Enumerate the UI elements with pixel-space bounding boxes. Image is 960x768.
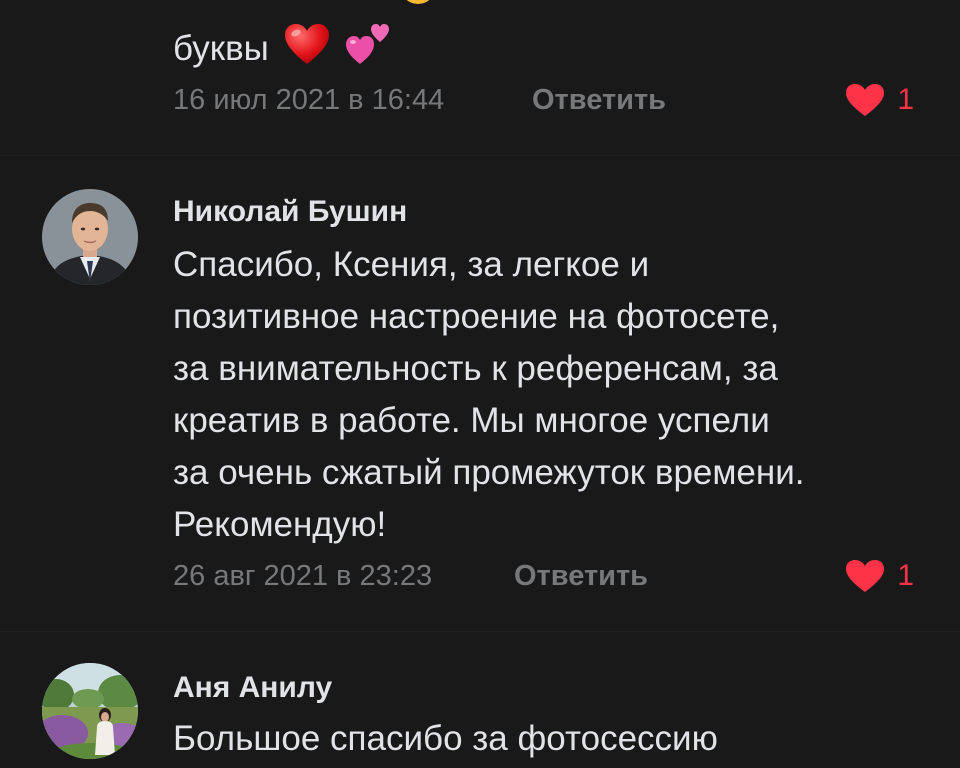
reply-button[interactable]: Ответить	[514, 560, 648, 593]
comments-screen: буквы 16 июл 2021 в 16:44 Ответить 1 Ник…	[0, 0, 960, 768]
red-heart-icon	[284, 24, 329, 64]
comment-text-line: за очень сжатый промежуток времени.	[173, 453, 805, 492]
comment-text-line: креатив в работе. Мы многое успели	[173, 401, 770, 440]
heart-icon	[846, 560, 885, 592]
comment-text: Спасибо, Ксения, за легкое и позитивное …	[173, 239, 933, 551]
like-button[interactable]: 1	[845, 83, 914, 117]
comment-1: буквы 16 июл 2021 в 16:44 Ответить 1	[0, 0, 960, 155]
avatar[interactable]	[42, 663, 138, 759]
comment-text-line: Большое спасибо за фотосессию	[173, 719, 718, 758]
author-name[interactable]: Аня Анилу	[173, 671, 332, 705]
reply-button[interactable]: Ответить	[532, 84, 666, 117]
heart-icon	[846, 84, 885, 116]
comment-2: Николай Бушин Спасибо, Ксения, за легкое…	[0, 155, 960, 631]
comment-text: Большое спасибо за фотосессию	[173, 713, 933, 765]
like-count: 1	[897, 559, 914, 592]
comment-text-line: Спасибо, Ксения, за легкое и	[173, 245, 650, 284]
comment-text: буквы	[173, 18, 933, 75]
comment-text-line: позитивное настроение на фотосете,	[173, 297, 780, 336]
clipped-emoji	[406, 0, 430, 4]
avatar[interactable]	[42, 189, 138, 285]
comment-text-tail: буквы	[173, 29, 269, 68]
comment-date: 26 авг 2021 в 23:23	[173, 560, 433, 592]
comment-text-line: Рекомендую!	[173, 505, 387, 544]
two-hearts-icon	[346, 24, 390, 64]
comment-text-line: за внимательность к референсам, за	[173, 349, 778, 388]
comment-3: Аня Анилу Большое спасибо за фотосессию	[0, 631, 960, 768]
like-button[interactable]: 1	[845, 559, 914, 593]
comment-date: 16 июл 2021 в 16:44	[173, 84, 445, 116]
like-count: 1	[897, 83, 914, 116]
author-name[interactable]: Николай Бушин	[173, 195, 407, 229]
